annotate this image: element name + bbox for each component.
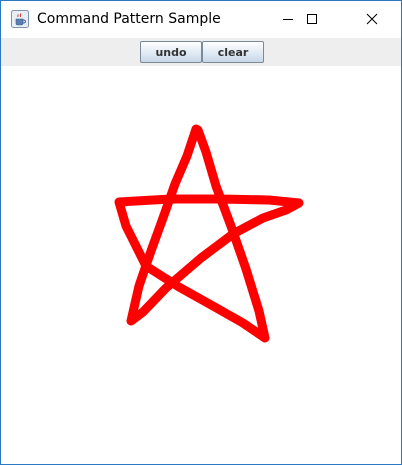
toolbar: undo clear [1,38,401,66]
title-bar[interactable]: Command Pattern Sample [1,1,401,38]
java-cup-icon[interactable] [11,10,29,28]
window-title: Command Pattern Sample [37,11,221,27]
drawing-canvas[interactable] [1,66,401,464]
clear-button[interactable]: clear [202,41,264,63]
close-icon [366,10,378,29]
drawing-surface [114,124,304,343]
undo-button[interactable]: undo [140,41,202,63]
maximize-icon [306,10,318,29]
maximize-button[interactable] [289,1,335,38]
close-button[interactable] [349,1,395,38]
app-window: Command Pattern Sample undo clear [0,0,402,465]
star-stroke [114,124,304,343]
